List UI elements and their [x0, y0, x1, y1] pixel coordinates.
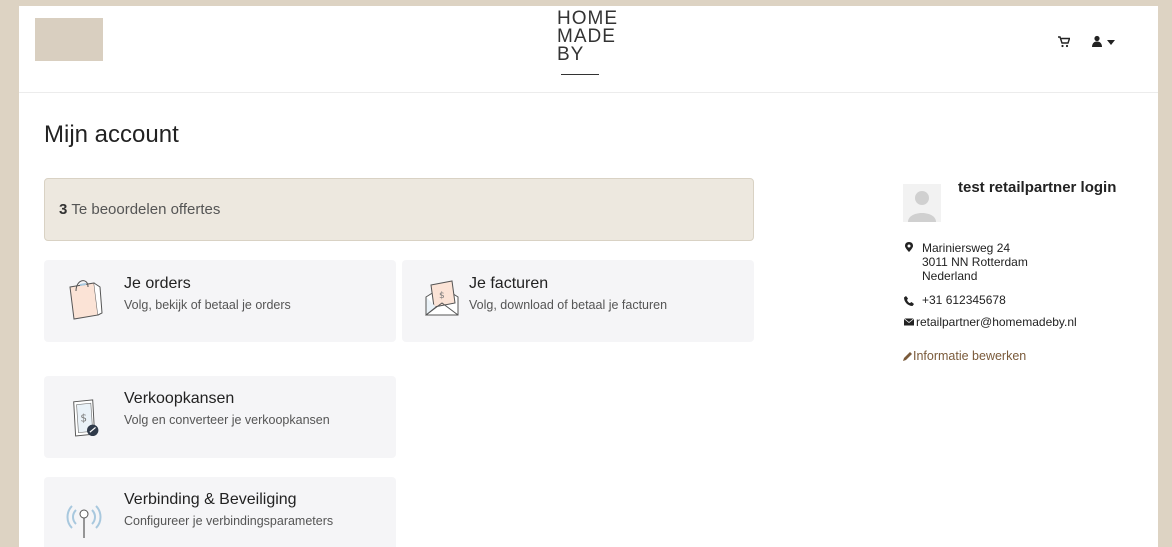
address-line-3: Nederland: [922, 269, 978, 283]
sales-opportunities-card-subtitle: Volg en converteer je verkoopkansen: [124, 413, 330, 427]
offers-alert[interactable]: 3 Te beoordelen offertes: [44, 178, 754, 241]
connection-security-card[interactable]: Verbinding & Beveiliging Configureer je …: [44, 477, 396, 547]
brand-line-3: BY: [557, 44, 627, 82]
offers-alert-text: Te beoordelen offertes: [71, 201, 221, 218]
connection-security-card-title: Verbinding & Beveiliging: [124, 491, 297, 508]
profile-name: test retailpartner login: [958, 179, 1117, 196]
orders-card[interactable]: Je orders Volg, bekijk of betaal je orde…: [44, 260, 396, 342]
sales-opportunity-icon: $: [73, 399, 99, 437]
invoices-card[interactable]: $ Je facturen Volg, download of betaal j…: [402, 260, 754, 342]
brand-line-3-text: BY: [557, 44, 585, 65]
invoice-envelope-icon: $: [425, 280, 459, 317]
offers-count: 3: [59, 201, 68, 218]
pencil-icon: [903, 352, 912, 361]
chevron-down-icon[interactable]: [1107, 40, 1115, 45]
sales-opportunities-card[interactable]: $ Verkoopkansen Volg en converteer je ve…: [44, 376, 396, 458]
user-icon[interactable]: [1091, 35, 1103, 47]
svg-text:$: $: [439, 291, 445, 301]
orders-card-title: Je orders: [124, 275, 191, 292]
page-title: Mijn account: [44, 121, 179, 148]
cart-icon[interactable]: [1058, 36, 1070, 48]
edit-information-label: Informatie bewerken: [913, 349, 1027, 363]
phone-icon: [904, 296, 914, 306]
phone-number: +31 612345678: [922, 293, 1006, 307]
brand-logo[interactable]: HOME MADE BY: [557, 9, 627, 82]
connection-security-card-subtitle: Configureer je verbindingsparameters: [124, 514, 334, 528]
address-line-2: 3011 NN Rotterdam: [922, 255, 1028, 269]
map-marker-icon: [905, 242, 913, 252]
app-window: HOME MADE BY Mijn account 3 Te beoordelen…: [19, 6, 1158, 547]
invoices-card-subtitle: Volg, download of betaal je facturen: [469, 298, 668, 312]
orders-card-subtitle: Volg, bekijk of betaal je orders: [124, 298, 291, 312]
top-navbar: HOME MADE BY: [19, 6, 1158, 93]
address-line-1: Mariniersweg 24: [922, 241, 1011, 255]
envelope-icon: [904, 318, 914, 326]
logo-placeholder[interactable]: [35, 18, 103, 61]
svg-text:$: $: [80, 413, 87, 425]
antenna-icon: [66, 505, 102, 538]
shopping-bag-icon: [69, 280, 103, 320]
sales-opportunities-card-title: Verkoopkansen: [124, 390, 235, 407]
brand-underline: [561, 74, 599, 75]
edit-information-link[interactable]: Informatie bewerken: [903, 349, 1026, 363]
avatar: [903, 184, 941, 222]
invoices-card-title: Je facturen: [469, 275, 549, 292]
email-address[interactable]: retailpartner@homemadeby.nl: [916, 315, 1077, 329]
